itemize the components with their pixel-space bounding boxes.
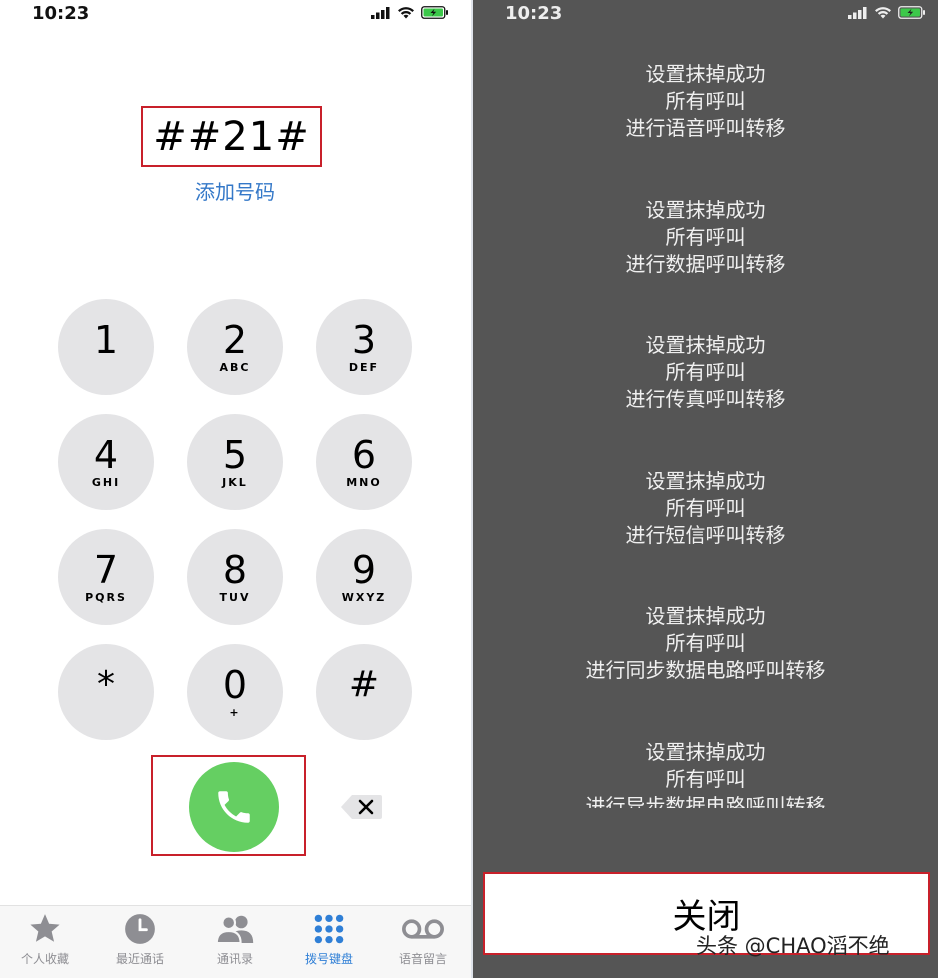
key-4[interactable]: 4 GHI <box>58 414 154 510</box>
result-scope: 所有呼叫 <box>665 496 746 520</box>
key-digit: 7 <box>93 548 119 592</box>
key-letters: MNO <box>346 476 382 489</box>
tab-recents[interactable]: 最近通话 <box>100 912 180 967</box>
status-bar: 10:23 <box>0 0 471 28</box>
tab-contacts[interactable]: 通讯录 <box>195 912 275 967</box>
key-7[interactable]: 7 PQRS <box>58 529 154 625</box>
tab-label: 语音留言 <box>398 952 447 966</box>
key-digit: 4 <box>93 433 119 477</box>
key-1[interactable]: 1 <box>58 299 154 395</box>
result-message: 设置抹掉成功 所有呼叫 进行同步数据电路呼叫转移 <box>473 603 938 684</box>
result-scope: 所有呼叫 <box>665 225 746 249</box>
result-message: 设置抹掉成功 所有呼叫 进行数据呼叫转移 <box>473 197 938 278</box>
result-status: 设置抹掉成功 <box>645 604 766 628</box>
key-2[interactable]: 2 ABC <box>187 299 283 395</box>
add-number-link[interactable]: 添加号码 <box>160 176 310 205</box>
key-digit: 5 <box>222 433 248 477</box>
mmi-result-list: 设置抹掉成功 所有呼叫 进行语音呼叫转移 设置抹掉成功 所有呼叫 进行数据呼叫转… <box>473 56 938 808</box>
key-5[interactable]: 5 JKL <box>187 414 283 510</box>
tab-bar: 个人收藏 最近通话 通讯录 拨号键盘 语音留言 <box>0 905 471 978</box>
key-digit: 8 <box>222 548 248 592</box>
signal-icon <box>848 7 867 19</box>
key-9[interactable]: 9 WXYZ <box>316 529 412 625</box>
key-letters: GHI <box>91 476 121 489</box>
battery-charging-icon <box>421 6 448 19</box>
tab-label: 个人收藏 <box>20 952 69 966</box>
result-screen: 10:23 设置抹掉成功 所有呼叫 进行语音呼叫转移 设置抹掉成功 所有呼叫 进… <box>473 0 938 978</box>
tab-voicemail[interactable]: 语音留言 <box>383 912 463 967</box>
result-status: 设置抹掉成功 <box>645 469 766 493</box>
key-star[interactable]: * <box>58 644 154 740</box>
dialed-number: ##21# <box>153 113 310 160</box>
tab-label: 拨号键盘 <box>304 952 353 966</box>
key-6[interactable]: 6 MNO <box>316 414 412 510</box>
key-letters: TUV <box>219 591 251 604</box>
status-icons <box>848 6 926 19</box>
key-letters: ABC <box>219 361 251 374</box>
key-digit: 9 <box>351 548 377 592</box>
key-0[interactable]: 0 + <box>187 644 283 740</box>
result-service: 进行传真呼叫转移 <box>625 387 786 411</box>
result-status: 设置抹掉成功 <box>645 62 766 86</box>
key-digit: 1 <box>93 318 119 362</box>
key-digit: 2 <box>222 318 248 362</box>
keypad-icon <box>314 914 344 944</box>
key-digit: * <box>97 664 115 705</box>
status-bar: 10:23 <box>473 0 938 28</box>
key-digit: # <box>348 664 380 705</box>
result-status: 设置抹掉成功 <box>645 333 766 357</box>
status-icons <box>371 6 449 19</box>
star-icon <box>30 914 60 942</box>
result-scope: 所有呼叫 <box>665 631 746 655</box>
key-letters: PQRS <box>85 591 127 604</box>
result-scope: 所有呼叫 <box>665 767 746 791</box>
status-time: 10:23 <box>32 3 90 24</box>
key-8[interactable]: 8 TUV <box>187 529 283 625</box>
result-status: 设置抹掉成功 <box>645 198 766 222</box>
result-message: 设置抹掉成功 所有呼叫 进行传真呼叫转移 <box>473 332 938 413</box>
result-service: 进行语音呼叫转移 <box>625 116 786 140</box>
tab-keypad[interactable]: 拨号键盘 <box>289 912 369 967</box>
result-service: 进行同步数据电路呼叫转移 <box>585 658 826 682</box>
key-digit: 6 <box>351 433 377 477</box>
status-time: 10:23 <box>505 3 563 24</box>
tab-label: 最近通话 <box>115 952 164 966</box>
key-letters: WXYZ <box>341 591 387 604</box>
result-scope: 所有呼叫 <box>665 89 746 113</box>
battery-charging-icon <box>898 6 925 19</box>
contacts-icon <box>215 915 254 945</box>
phone-icon <box>218 791 250 823</box>
result-message: 设置抹掉成功 所有呼叫 进行异步数据电路呼叫转移 <box>473 739 938 808</box>
key-letters: DEF <box>348 361 380 374</box>
key-letters: + <box>229 706 241 719</box>
tab-favorites[interactable]: 个人收藏 <box>5 912 85 967</box>
watermark: 头条 @CHAO滔不绝 <box>696 934 890 958</box>
result-service: 进行异步数据电路呼叫转移 <box>585 794 826 808</box>
wifi-icon <box>875 7 891 19</box>
key-digit: 0 <box>222 663 248 707</box>
result-scope: 所有呼叫 <box>665 360 746 384</box>
wifi-icon <box>398 7 414 19</box>
tab-label: 通讯录 <box>216 952 253 966</box>
clock-icon <box>125 914 155 944</box>
delete-button[interactable] <box>340 792 384 822</box>
delete-icon <box>341 795 382 819</box>
key-letters: JKL <box>222 476 248 489</box>
key-3[interactable]: 3 DEF <box>316 299 412 395</box>
result-status: 设置抹掉成功 <box>645 740 766 764</box>
result-service: 进行数据呼叫转移 <box>625 252 786 276</box>
result-message: 设置抹掉成功 所有呼叫 进行语音呼叫转移 <box>473 61 938 142</box>
key-hash[interactable]: # <box>316 644 412 740</box>
signal-icon <box>371 7 390 19</box>
result-message: 设置抹掉成功 所有呼叫 进行短信呼叫转移 <box>473 468 938 549</box>
dialer-screen: 10:23 ##21# 添加号码 1 2 ABC 3 DEF 4 GHI 5 J… <box>0 0 471 978</box>
key-digit: 3 <box>351 318 377 362</box>
result-service: 进行短信呼叫转移 <box>625 523 786 547</box>
call-button[interactable] <box>189 762 279 852</box>
voicemail-icon <box>402 919 444 939</box>
